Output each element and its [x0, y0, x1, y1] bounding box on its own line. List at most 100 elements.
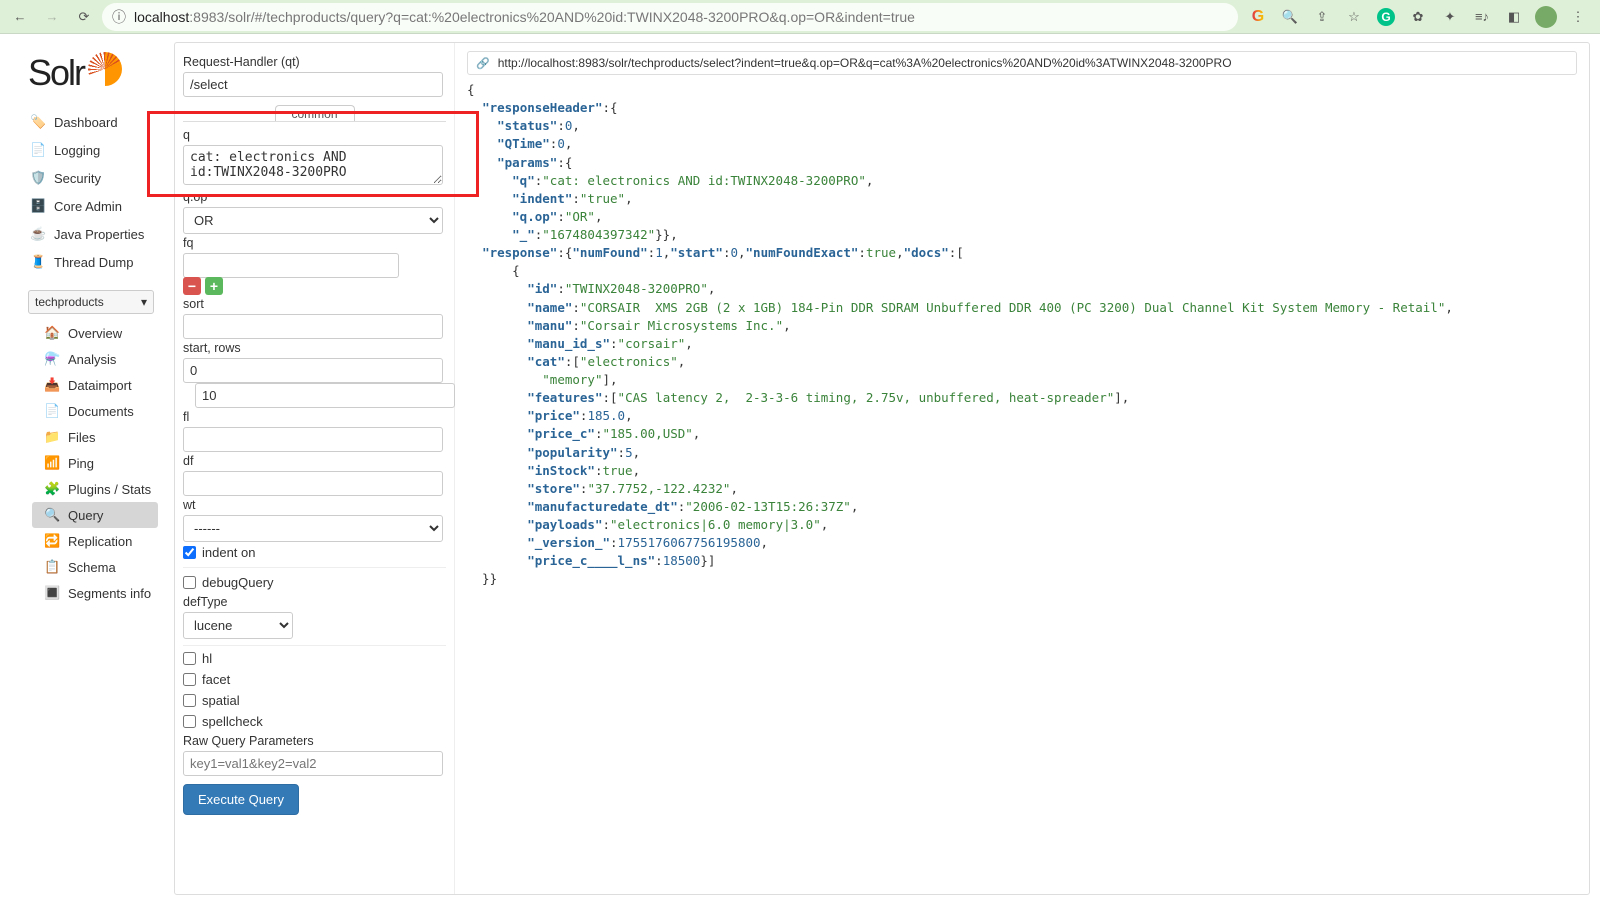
- wt-label: wt: [183, 498, 446, 512]
- deftype-label: defType: [183, 595, 446, 609]
- raw-params-label: Raw Query Parameters: [183, 734, 446, 748]
- q-input[interactable]: [183, 145, 443, 185]
- qop-select[interactable]: OR: [183, 207, 443, 234]
- debugquery-checkbox[interactable]: [183, 576, 196, 589]
- kebab-menu-icon[interactable]: ⋮: [1566, 5, 1590, 29]
- fl-input[interactable]: [183, 427, 443, 452]
- qt-label: Request-Handler (qt): [183, 55, 446, 69]
- profile-avatar[interactable]: [1534, 5, 1558, 29]
- playlist-icon[interactable]: ≡♪: [1470, 5, 1494, 29]
- subnav-query[interactable]: 🔍Query: [32, 502, 158, 528]
- sort-input[interactable]: [183, 314, 443, 339]
- subnav-dataimport[interactable]: 📥Dataimport: [0, 372, 164, 398]
- nav-dashboard[interactable]: 🏷️ Dashboard: [0, 108, 164, 136]
- home-icon: 🏠: [44, 325, 60, 341]
- subnav-label: Ping: [68, 456, 94, 471]
- start-rows-label: start, rows: [183, 341, 446, 355]
- qop-label: q.op: [183, 190, 446, 204]
- search-icon: 🔍: [44, 507, 60, 523]
- subnav-schema[interactable]: 📋Schema: [0, 554, 164, 580]
- q-label: q: [183, 128, 446, 142]
- core-selector[interactable]: techproducts ▾: [28, 290, 154, 314]
- stack-icon: 🗄️: [30, 198, 46, 214]
- address-bar[interactable]: ⓘ localhost:8983/solr/#/techproducts/que…: [102, 3, 1238, 31]
- forward-button[interactable]: →: [38, 3, 66, 31]
- sidepanel-icon[interactable]: ◧: [1502, 5, 1526, 29]
- facet-label: facet: [202, 672, 230, 687]
- reload-button[interactable]: ⟳: [70, 3, 98, 31]
- nav-security[interactable]: 🛡️Security: [0, 164, 164, 192]
- share-icon[interactable]: ⇪: [1310, 5, 1334, 29]
- settings-gear-icon[interactable]: ✿: [1406, 5, 1430, 29]
- result-url-bar[interactable]: 🔗 http://localhost:8983/solr/techproduct…: [467, 51, 1577, 75]
- subnav-label: Segments info: [68, 586, 151, 601]
- java-icon: ☕: [30, 226, 46, 242]
- subnav-overview[interactable]: 🏠 Overview: [0, 320, 164, 346]
- address-port: :8983: [189, 9, 224, 25]
- subnav-label: Dataimport: [68, 378, 132, 393]
- subnav-label: Overview: [68, 326, 122, 341]
- nav-label: Java Properties: [54, 227, 144, 242]
- debugquery-label: debugQuery: [202, 575, 274, 590]
- execute-query-button[interactable]: Execute Query: [183, 784, 299, 815]
- google-icon[interactable]: G: [1246, 5, 1270, 29]
- subnav-documents[interactable]: 📄Documents: [0, 398, 164, 424]
- json-response: { "responseHeader":{ "status":0, "QTime"…: [467, 81, 1577, 589]
- fq-remove-button[interactable]: −: [183, 277, 201, 295]
- nav-logging[interactable]: 📄Logging: [0, 136, 164, 164]
- fq-add-button[interactable]: +: [205, 277, 223, 295]
- query-form: Request-Handler (qt) common q q.op OR fq…: [175, 43, 455, 894]
- gauge-icon: 🏷️: [30, 114, 46, 130]
- spellcheck-checkbox[interactable]: [183, 715, 196, 728]
- results-panel: 🔗 http://localhost:8983/solr/techproduct…: [455, 43, 1589, 894]
- zoom-icon[interactable]: 🔍: [1278, 5, 1302, 29]
- deftype-select[interactable]: lucene: [183, 612, 293, 639]
- fl-label: fl: [183, 410, 446, 424]
- subnav-label: Replication: [68, 534, 132, 549]
- indent-label: indent on: [202, 545, 256, 560]
- subnav-analysis[interactable]: ⚗️Analysis: [0, 346, 164, 372]
- qt-input[interactable]: [183, 72, 443, 97]
- rows-input[interactable]: [195, 383, 455, 408]
- nav-core-admin[interactable]: 🗄️Core Admin: [0, 192, 164, 220]
- shield-icon: 🛡️: [30, 170, 46, 186]
- fq-input[interactable]: [183, 253, 399, 278]
- nav-java-properties[interactable]: ☕ Java Properties: [0, 220, 164, 248]
- subnav-plugins[interactable]: 🧩 Plugins / Stats: [0, 476, 164, 502]
- subnav-replication[interactable]: 🔁 Replication: [0, 528, 164, 554]
- doc-icon: 📄: [44, 403, 60, 419]
- common-tab[interactable]: common: [275, 105, 355, 122]
- subnav-ping[interactable]: 📶Ping: [0, 450, 164, 476]
- schema-icon: 📋: [44, 559, 60, 575]
- wt-select[interactable]: ------: [183, 515, 443, 542]
- log-icon: 📄: [30, 142, 46, 158]
- spatial-checkbox[interactable]: [183, 694, 196, 707]
- replication-icon: 🔁: [44, 533, 60, 549]
- nav-thread-dump[interactable]: 🧵Thread Dump: [0, 248, 164, 276]
- hl-checkbox[interactable]: [183, 652, 196, 665]
- solr-logo: Solr: [0, 52, 164, 108]
- folder-icon: 📁: [44, 429, 60, 445]
- subnav-files[interactable]: 📁Files: [0, 424, 164, 450]
- address-path: /solr/#/techproducts/query?q=cat:%20elec…: [224, 9, 915, 25]
- bookmark-icon[interactable]: ☆: [1342, 5, 1366, 29]
- nav-label: Dashboard: [54, 115, 118, 130]
- grammarly-icon[interactable]: G: [1374, 5, 1398, 29]
- start-input[interactable]: [183, 358, 443, 383]
- df-input[interactable]: [183, 471, 443, 496]
- site-info-icon[interactable]: ⓘ: [112, 7, 126, 27]
- browser-chrome: ← → ⟳ ⓘ localhost:8983/solr/#/techproduc…: [0, 0, 1600, 34]
- back-button[interactable]: ←: [6, 3, 34, 31]
- spellcheck-label: spellcheck: [202, 714, 263, 729]
- facet-checkbox[interactable]: [183, 673, 196, 686]
- address-host: localhost: [134, 9, 189, 25]
- segments-icon: 🔳: [44, 585, 60, 601]
- indent-checkbox[interactable]: [183, 546, 196, 559]
- raw-params-input[interactable]: [183, 751, 443, 776]
- subnav-segments[interactable]: 🔳 Segments info: [0, 580, 164, 606]
- subnav-label: Analysis: [68, 352, 116, 367]
- subnav-label: Plugins / Stats: [68, 482, 151, 497]
- left-sidebar: Solr 🏷️ Dashboard 📄Logging 🛡️Security 🗄️C…: [0, 34, 164, 903]
- extensions-icon[interactable]: ✦: [1438, 5, 1462, 29]
- plugin-icon: 🧩: [44, 481, 60, 497]
